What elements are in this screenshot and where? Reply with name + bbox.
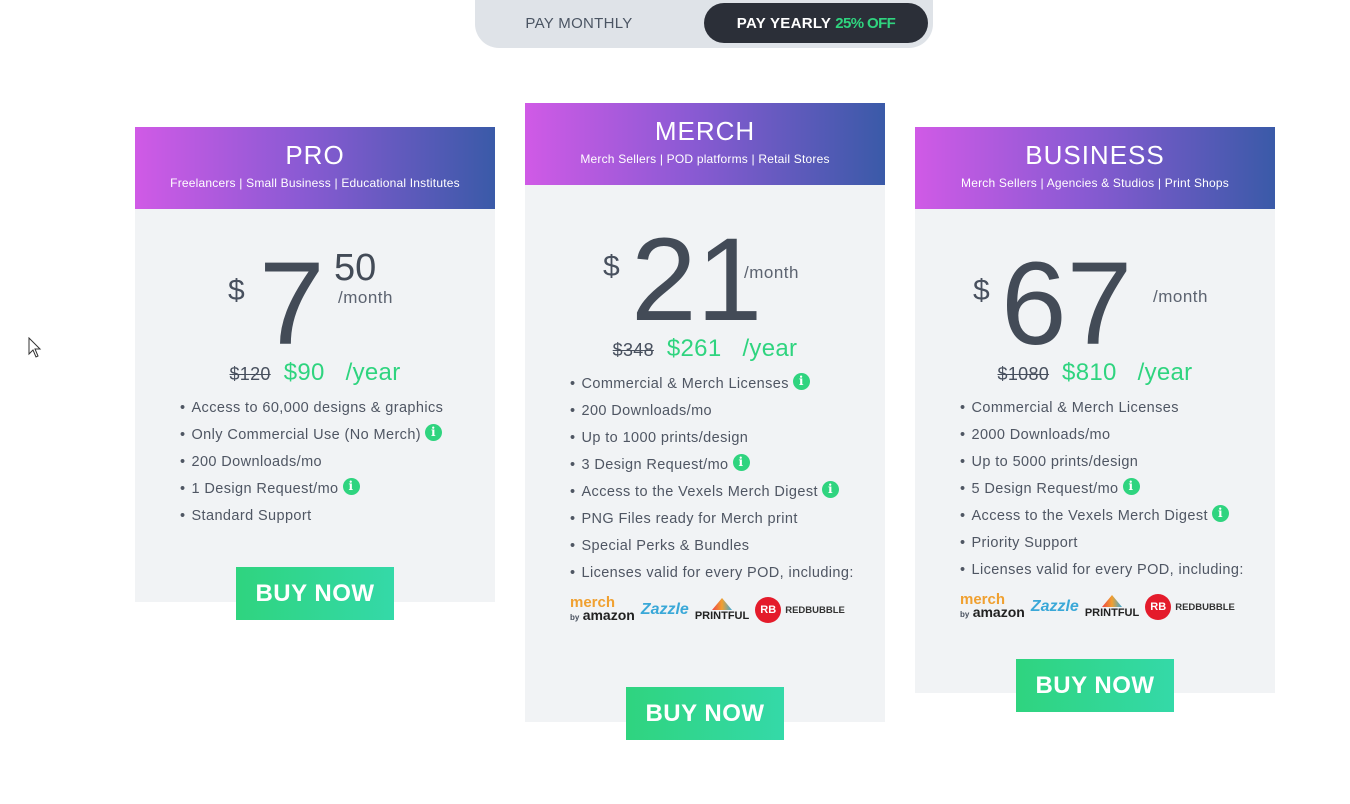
- feature-item: • Licenses valid for every POD, including…: [570, 565, 854, 581]
- pay-yearly-label: PAY YEARLY: [736, 14, 832, 32]
- feature-item: • Special Perks & Bundles: [570, 538, 750, 554]
- per-month-label: /month: [1153, 287, 1208, 306]
- info-icon[interactable]: i: [1122, 478, 1140, 495]
- plan-subtitle: Freelancers | Small Business | Education…: [170, 176, 460, 190]
- price-main: 7: [259, 238, 325, 370]
- pay-monthly-option[interactable]: PAY MONTHLY: [479, 3, 679, 43]
- year-unit: /year: [345, 359, 401, 386]
- info-icon[interactable]: i: [821, 481, 839, 498]
- pod-logos: merch by amazon Zazzle PRINTFUL RB REDBUBB…: [960, 590, 1275, 624]
- feature-item: • Priority Support: [960, 535, 1078, 551]
- per-month-label: /month: [744, 263, 799, 282]
- buy-now-button-pro[interactable]: BUY NOW: [236, 567, 394, 620]
- feature-item: • 200 Downloads/mo: [180, 454, 323, 470]
- merch-by-amazon-logo: merch by amazon: [570, 593, 635, 623]
- mouse-cursor-icon: [28, 337, 42, 358]
- pod-logos: merch by amazon Zazzle PRINTFUL RB REDBUBB…: [570, 593, 885, 627]
- pay-yearly-option[interactable]: PAY YEARLY 25% OFF: [704, 3, 928, 43]
- currency-symbol: $: [228, 274, 245, 307]
- info-icon[interactable]: i: [425, 424, 443, 441]
- pay-monthly-label: PAY MONTHLY: [525, 14, 633, 32]
- printful-logo: PRINTFUL: [695, 598, 749, 622]
- billing-toggle: PAY MONTHLY PAY YEARLY 25% OFF: [475, 0, 933, 48]
- merch-by-amazon-logo: merch by amazon: [960, 590, 1025, 620]
- buy-now-button-business[interactable]: BUY NOW: [1016, 659, 1174, 712]
- zazzle-logo: Zazzle: [1030, 598, 1079, 615]
- plan-header: MERCH Merch Sellers | POD platforms | Re…: [525, 103, 885, 185]
- plan-card-business: BUSINESS Merch Sellers | Agencies & Stud…: [915, 127, 1275, 693]
- feature-item: • Only Commercial Use (No Merch) i: [180, 422, 495, 449]
- plan-card-pro: PRO Freelancers | Small Business | Educa…: [135, 127, 495, 602]
- feature-item: • Access to the Vexels Merch Digest i: [570, 479, 885, 506]
- currency-symbol: $: [603, 250, 620, 283]
- price-main: 67: [1001, 238, 1133, 370]
- feature-item: • Commercial & Merch Licenses i: [570, 371, 885, 398]
- price-cents: 50: [334, 247, 377, 289]
- redbubble-logo: RB REDBUBBLE: [755, 597, 845, 623]
- currency-symbol: $: [973, 274, 990, 307]
- plan-price: $ 21 /month: [525, 185, 885, 339]
- feature-item: • Up to 5000 prints/design: [960, 454, 1139, 470]
- plan-name: BUSINESS: [1025, 140, 1165, 170]
- plan-name: PRO: [285, 140, 345, 170]
- year-unit: /year: [1137, 359, 1193, 386]
- price-main: 21: [631, 214, 763, 346]
- feature-item: • 1 Design Request/mo i: [180, 476, 495, 503]
- buy-now-button-merch[interactable]: BUY NOW: [626, 687, 784, 740]
- info-icon[interactable]: i: [792, 373, 810, 390]
- feature-list: • Commercial & Merch Licenses • 2000 Downl…: [960, 395, 1275, 584]
- feature-item: • 2000 Downloads/mo: [960, 427, 1111, 443]
- plan-header: PRO Freelancers | Small Business | Educa…: [135, 127, 495, 209]
- per-month-label: /month: [338, 288, 393, 307]
- plan-card-merch: MERCH Merch Sellers | POD platforms | Re…: [525, 103, 885, 722]
- feature-list: • Commercial & Merch Licenses i • 200 Downl…: [570, 371, 885, 587]
- yearly-discount-badge: 25% OFF: [835, 14, 896, 32]
- plan-subtitle: Merch Sellers | Agencies & Studios | Pri…: [961, 176, 1229, 190]
- feature-item: • Commercial & Merch Licenses: [960, 400, 1179, 416]
- feature-item: • 5 Design Request/mo i: [960, 476, 1275, 503]
- feature-item: • Licenses valid for every POD, including…: [960, 562, 1244, 578]
- plan-subtitle: Merch Sellers | POD platforms | Retail S…: [580, 152, 830, 166]
- info-icon[interactable]: i: [732, 454, 750, 471]
- feature-item: • PNG Files ready for Merch print: [570, 511, 798, 527]
- feature-item: • Access to the Vexels Merch Digest i: [960, 503, 1275, 530]
- feature-item: • Access to 60,000 designs & graphics: [180, 400, 444, 416]
- feature-item: • Up to 1000 prints/design: [570, 430, 749, 446]
- plan-header: BUSINESS Merch Sellers | Agencies & Stud…: [915, 127, 1275, 209]
- feature-item: • Standard Support: [180, 508, 312, 524]
- printful-logo: PRINTFUL: [1085, 595, 1139, 619]
- plan-name: MERCH: [654, 116, 756, 146]
- feature-item: • 3 Design Request/mo i: [570, 452, 885, 479]
- plan-price: $ 7 50 /month: [135, 209, 495, 363]
- feature-item: • 200 Downloads/mo: [570, 403, 713, 419]
- plan-price: $ 67 /month: [915, 209, 1275, 363]
- zazzle-logo: Zazzle: [640, 601, 689, 618]
- redbubble-logo: RB REDBUBBLE: [1145, 594, 1235, 620]
- info-icon[interactable]: i: [1211, 505, 1229, 522]
- feature-list: • Access to 60,000 designs & graphics • On…: [180, 395, 495, 530]
- info-icon[interactable]: i: [342, 478, 360, 495]
